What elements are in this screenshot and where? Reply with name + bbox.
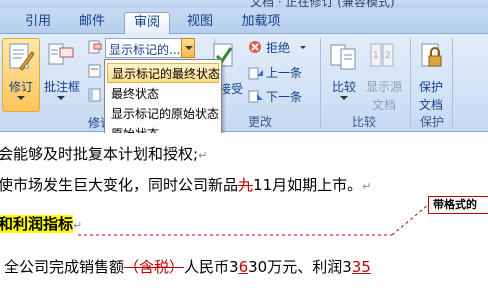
compare-dropdown-icon [340,96,348,100]
reviewing-pane-icon [88,88,101,102]
title-bar: 文档 · 正在修订 (兼容模式) [0,0,488,8]
balloons-icon [48,43,74,65]
doc-line-4: 全公司完成销售额（含税）人民币3630万元、利润335 [4,256,371,277]
balloons-dropdown-icon [57,96,65,100]
menu-item-original-showing-markup[interactable]: 显示标记的原始状态 [107,104,219,124]
inserted-text: 35 [351,258,371,276]
protect-label[interactable]: 保护 [416,78,446,95]
previous-change-button[interactable]: 上一条 [266,64,302,81]
svg-text:1: 1 [373,51,379,61]
reject-button[interactable]: 拒绝 [266,39,290,56]
show-source-icon: 1 2 [370,43,394,67]
show-markup-icon [88,64,101,78]
ribbon-tabs: 引用 邮件 审阅 视图 加载项 [0,8,488,34]
balloons-label[interactable]: 批注框 [42,78,82,95]
compare-group-label: 比较 [351,115,376,129]
display-markup-icon [88,40,102,54]
deleted-text: （含税） [124,258,185,276]
doc-line-4-text-b: 人民币3 [184,258,239,276]
ribbon-panel: 修订 批注框 修订 接受 拒绝 上一条 下一条 更改 比较 1 2 显示源 文档… [0,34,488,132]
show-source-label-2: 文档 [371,98,396,112]
tab-review[interactable]: 审阅 [124,12,170,34]
track-changes-dropdown-icon [17,96,25,100]
tab-mailings[interactable]: 邮件 [72,12,112,34]
doc-line-4-text-c: 30万元、利润3 [248,258,352,276]
track-changes-icon [9,43,34,71]
compare-icon [330,44,356,70]
show-source-label: 显示源 [365,80,402,94]
menu-item-final[interactable]: 最终状态 [107,84,219,104]
protect-group-label: 保护 [419,115,444,129]
menu-item-final-showing-markup[interactable]: 显示标记的最终状态 [107,63,220,83]
compare-label[interactable]: 比较 [330,78,358,95]
revision-balloon[interactable]: 带格式的 [428,196,488,214]
changes-group-label: 更改 [247,115,272,129]
protect-label-2[interactable]: 文档 [416,96,446,113]
tab-addins[interactable]: 加载项 [234,12,288,34]
track-changes-label: 修订 [8,80,33,94]
window-title: 文档 · 正在修订 (兼容模式) [250,0,395,8]
next-change-icon [248,90,263,103]
doc-line-4-text-a: 全公司完成销售额 [4,258,125,276]
next-change-button[interactable]: 下一条 [266,88,302,105]
svg-text:2: 2 [385,51,391,61]
protect-document-icon [421,43,442,67]
tab-view[interactable]: 视图 [182,12,218,34]
tab-references[interactable]: 引用 [18,12,58,34]
previous-change-icon [248,67,263,80]
document-area[interactable]: 会能够及时批复本计划和授权;↵ 使市场发生巨大变化，同时公司新品九11月如期上市… [0,133,488,293]
chevron-down-icon[interactable] [181,38,195,58]
inserted-text: 6 [238,258,249,276]
accept-label[interactable]: 接受 [219,80,243,97]
reject-dropdown-icon [300,46,306,49]
reject-icon [249,41,261,53]
display-for-review-value: 显示标记的... [109,43,181,57]
